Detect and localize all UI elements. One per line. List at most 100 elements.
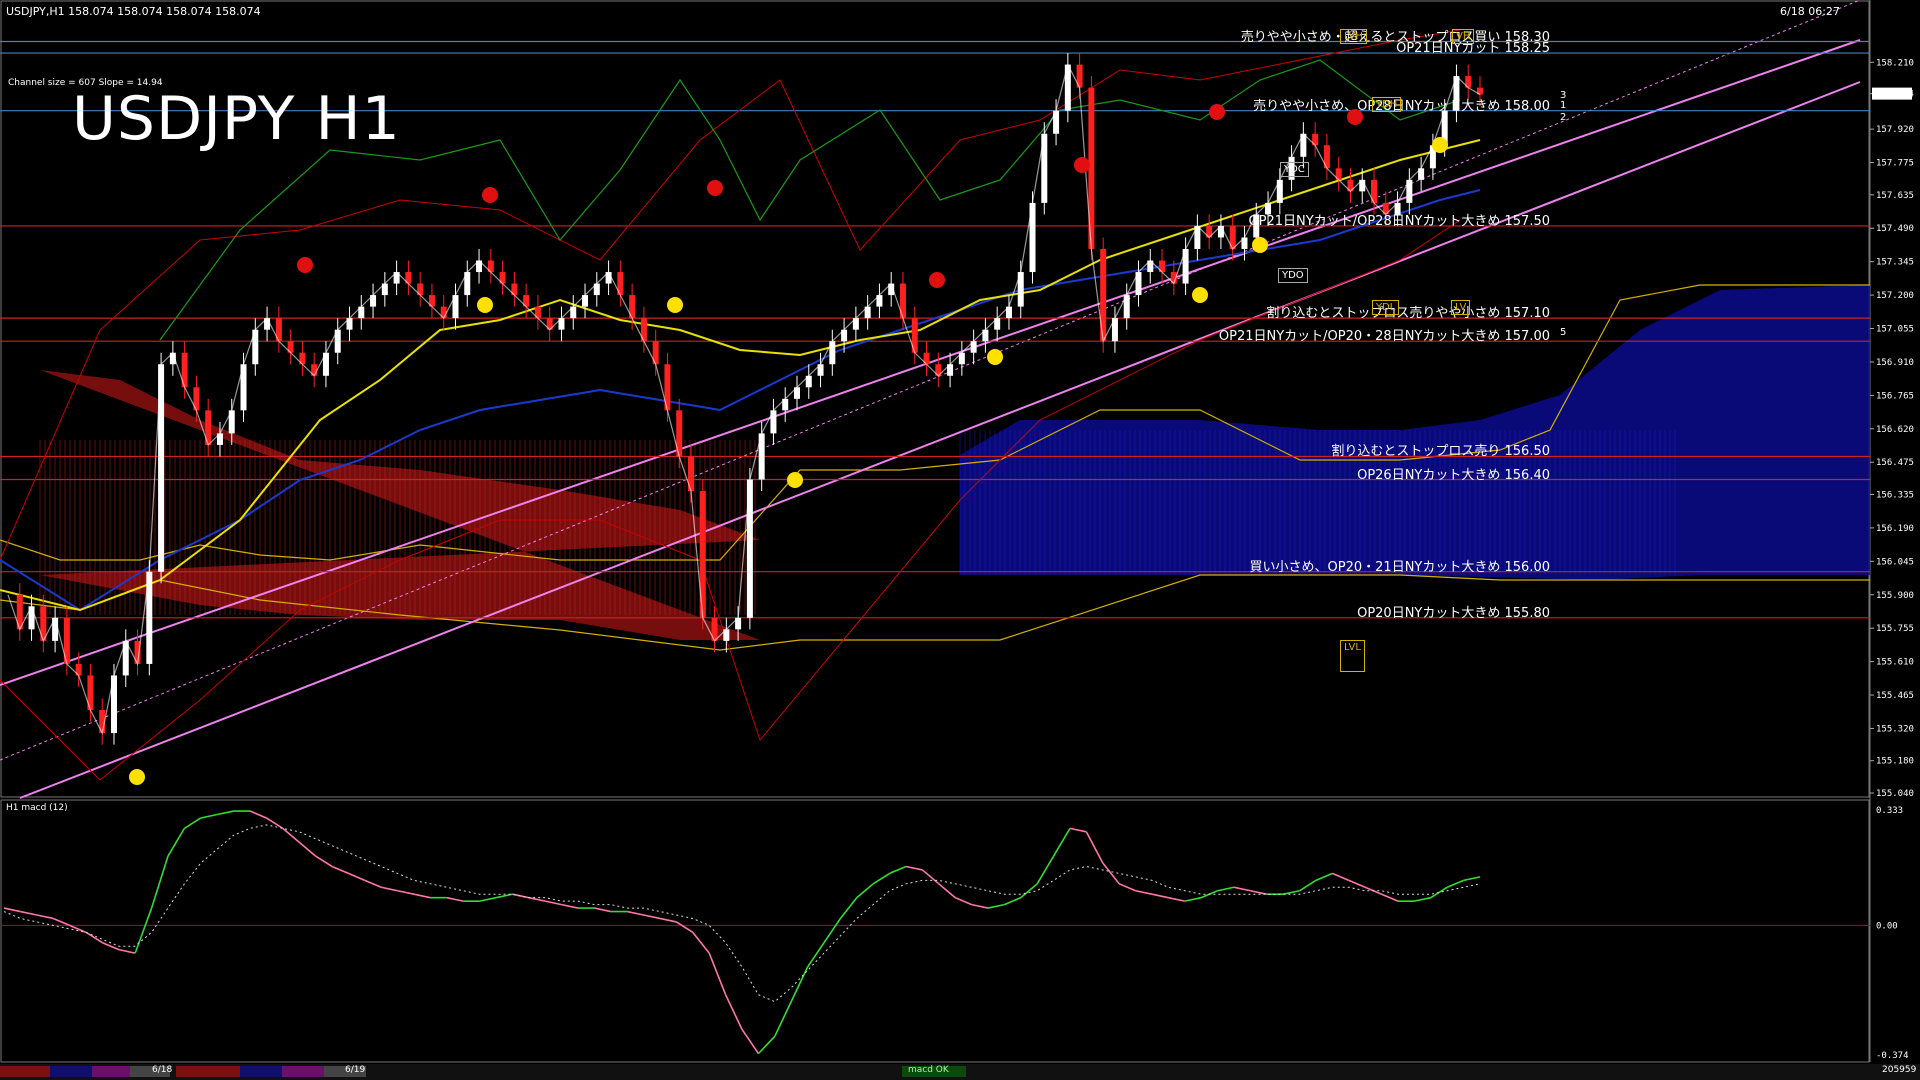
level-label: OP21日NYカット/OP28日NYカット大きめ 157.50 bbox=[1248, 213, 1550, 229]
macd-main-segment bbox=[839, 897, 858, 919]
macd-main-segment bbox=[1184, 896, 1202, 902]
tab-color-2[interactable] bbox=[50, 1066, 92, 1077]
y-tick-label: 155.040 bbox=[1876, 789, 1914, 799]
macd-main-segment bbox=[1069, 827, 1087, 833]
macd-main-segment bbox=[1052, 827, 1071, 857]
bottom-counter: 205959 bbox=[1882, 1065, 1917, 1075]
macd-main-segment bbox=[413, 893, 431, 899]
macd-main-segment bbox=[118, 948, 136, 954]
macd-main-segment bbox=[872, 872, 891, 885]
macd-main-segment bbox=[987, 903, 1005, 909]
macd-signal-line bbox=[3, 824, 1481, 1003]
macd-tick-label: 0.333 bbox=[1876, 806, 1903, 816]
macd-main-segment bbox=[708, 952, 727, 995]
macd-main-segment bbox=[20, 910, 37, 916]
level-label: 買い小さめ、OP20・21日NYカット大きめ 156.00 bbox=[1249, 559, 1550, 575]
macd-main-segment bbox=[102, 941, 120, 951]
macd-main-segment bbox=[856, 883, 874, 899]
fractal-low-marker bbox=[477, 297, 493, 313]
fractal-high-marker bbox=[1074, 157, 1090, 173]
level-label: OP20日NYカット大きめ 155.80 bbox=[1357, 605, 1550, 621]
macd-main-segment bbox=[1135, 889, 1153, 895]
bottom-date-2: 6/19 bbox=[345, 1065, 366, 1075]
macd-main-segment bbox=[167, 827, 186, 857]
macd-main-segment bbox=[561, 903, 579, 909]
macd-main-segment bbox=[627, 910, 644, 916]
macd-main-segment bbox=[1118, 883, 1136, 892]
macd-main-segment bbox=[36, 914, 54, 920]
fractal-low-marker bbox=[667, 297, 683, 313]
macd-main-segment bbox=[1414, 896, 1431, 902]
macd-main-segment bbox=[3, 907, 21, 913]
fractal-low-marker bbox=[129, 769, 145, 785]
level-label: OP26日NYカット大きめ 156.40 bbox=[1357, 467, 1550, 483]
y-tick-label: 156.765 bbox=[1876, 391, 1914, 401]
fractal-low-marker bbox=[1192, 287, 1208, 303]
fractal-high-marker bbox=[1209, 104, 1225, 120]
macd-main-segment bbox=[1463, 876, 1481, 882]
y-tick-label: 156.190 bbox=[1876, 524, 1914, 534]
tab-color-1[interactable] bbox=[0, 1066, 50, 1077]
tab-color-5[interactable] bbox=[176, 1066, 240, 1077]
tab-color-7[interactable] bbox=[282, 1066, 324, 1077]
macd-main-segment bbox=[757, 1035, 776, 1055]
macd-main-segment bbox=[69, 924, 87, 934]
macd-main-segment bbox=[1168, 896, 1185, 902]
macd-ok-label: macd OK bbox=[908, 1065, 949, 1075]
macd-main-segment bbox=[1085, 831, 1104, 864]
macd-main-segment bbox=[594, 907, 611, 913]
macd-panel-frame bbox=[0, 799, 1870, 1063]
tab-color-6[interactable] bbox=[240, 1066, 282, 1077]
macd-main-segment bbox=[675, 921, 694, 934]
macd-main-segment bbox=[921, 869, 940, 885]
macd-main-segment bbox=[724, 994, 743, 1030]
macd-main-segment bbox=[364, 879, 382, 889]
level-label: OP21日NYカット/OP20・28日NYカット大きめ 157.00 bbox=[1218, 329, 1550, 345]
lv-badge: LV bbox=[1451, 300, 1471, 315]
macd-main-segment bbox=[381, 886, 398, 892]
macd-main-segment bbox=[1299, 879, 1317, 892]
fractal-high-marker bbox=[929, 272, 945, 288]
macd-main-segment bbox=[954, 896, 972, 906]
macd-main-segment bbox=[298, 841, 317, 857]
macd-main-segment bbox=[741, 1028, 760, 1055]
y-tick-label: 156.475 bbox=[1876, 458, 1914, 468]
y-tick-label: 155.900 bbox=[1876, 591, 1914, 601]
fractal-high-marker bbox=[482, 187, 498, 203]
y-tick-label: 156.620 bbox=[1876, 425, 1914, 435]
ydl-badge: YDL bbox=[1372, 300, 1400, 315]
lvh-badge: LVH bbox=[1340, 29, 1367, 44]
y-tick-label: 156.045 bbox=[1876, 557, 1914, 567]
macd-main-segment bbox=[265, 817, 284, 830]
tab-color-3[interactable] bbox=[92, 1066, 130, 1077]
ydh-badge: YDH bbox=[1372, 97, 1402, 112]
macd-main-segment bbox=[150, 855, 169, 909]
macd-main-segment bbox=[692, 931, 710, 954]
chart-title: USDJPY H1 bbox=[72, 84, 401, 154]
symbol-info: USDJPY,H1 158.074 158.074 158.074 158.07… bbox=[6, 5, 261, 18]
channel-mark: 5 bbox=[1560, 327, 1566, 338]
vh-badge: VH bbox=[1452, 29, 1475, 44]
macd-main-segment bbox=[249, 810, 267, 819]
macd-main-segment bbox=[1430, 886, 1448, 899]
macd-main-segment bbox=[1446, 879, 1464, 889]
level-label: 割り込むとストップロス売りやや小さめ 157.10 bbox=[1266, 306, 1550, 322]
y-tick-label: 158.074 bbox=[1876, 90, 1914, 100]
macd-main-segment bbox=[659, 917, 677, 923]
macd-main-segment bbox=[348, 872, 366, 882]
level-label: 売りやや小さめ、OP28日NYカット大きめ 158.00 bbox=[1253, 98, 1550, 114]
macd-main-segment bbox=[806, 942, 825, 968]
macd-main-segment bbox=[1151, 893, 1169, 899]
y-tick-label: 155.180 bbox=[1876, 757, 1914, 767]
bottom-date-1: 6/18 bbox=[152, 1065, 173, 1075]
macd-main-segment bbox=[545, 900, 562, 906]
macd-main-segment bbox=[643, 914, 661, 920]
macd-main-segment bbox=[889, 865, 907, 875]
macd-main-segment bbox=[1217, 886, 1235, 892]
y-tick-label: 155.610 bbox=[1876, 658, 1914, 668]
macd-main-segment bbox=[528, 896, 546, 902]
fractal-low-marker bbox=[987, 349, 1003, 365]
macd-main-segment bbox=[1102, 862, 1120, 885]
macd-main-segment bbox=[938, 883, 956, 899]
macd-main-segment bbox=[1348, 879, 1366, 889]
